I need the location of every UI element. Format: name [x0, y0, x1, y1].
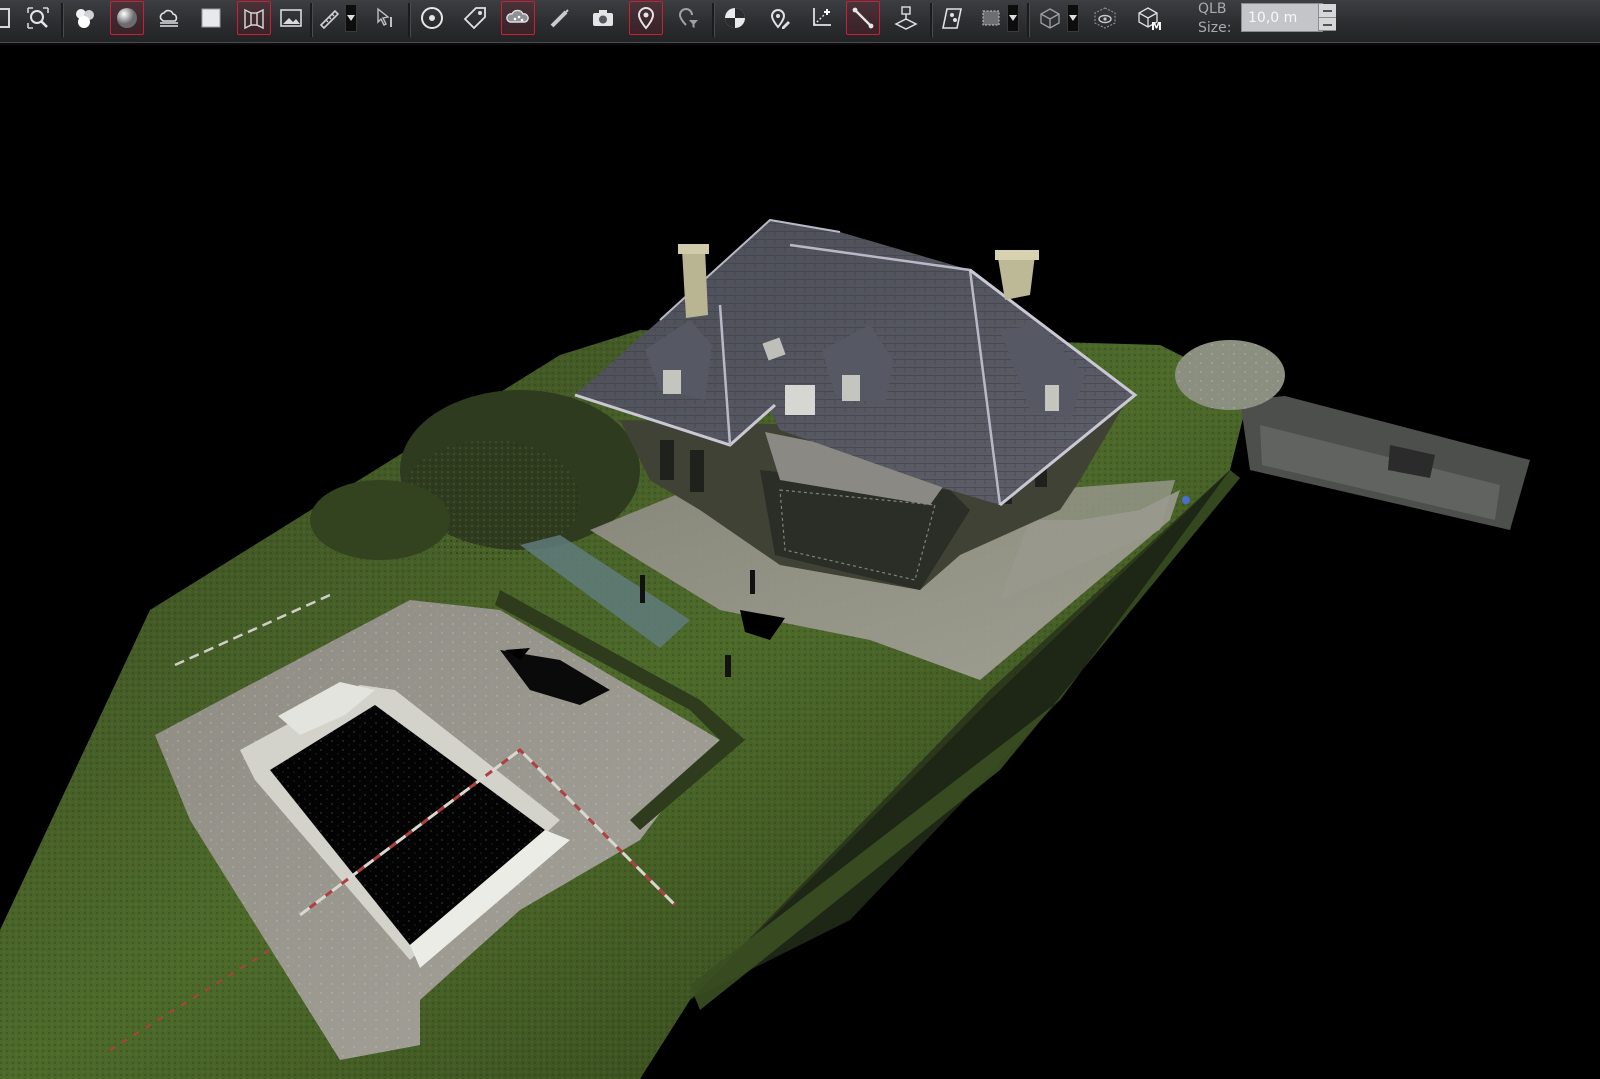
main-toolbar: M QLB Size:	[0, 0, 1600, 43]
selection-box-icon[interactable]	[975, 1, 1009, 35]
cube-eye-icon[interactable]	[1088, 1, 1122, 35]
pin-edit-icon[interactable]	[762, 1, 796, 35]
roof-window	[785, 385, 815, 415]
image-icon[interactable]	[274, 1, 308, 35]
qlb-size-input[interactable]	[1241, 3, 1323, 32]
map-pins-icon[interactable]	[935, 1, 969, 35]
cube-model-icon[interactable]: M	[1133, 1, 1167, 35]
sphere-target-icon[interactable]	[718, 1, 752, 35]
pin-filter-icon[interactable]	[671, 1, 705, 35]
tag-icon[interactable]	[458, 1, 492, 35]
point-cloud-3d-view[interactable]	[0, 43, 1600, 1079]
pencil-line-icon[interactable]	[543, 1, 577, 35]
target-icon[interactable]	[415, 1, 449, 35]
camera-icon[interactable]	[586, 1, 620, 35]
svg-text:M: M	[1151, 20, 1162, 31]
axes-plus-icon[interactable]	[804, 1, 838, 35]
cloud-layers-icon[interactable]	[152, 1, 186, 35]
qlb-label-line1: QLB	[1198, 1, 1227, 17]
qlb-size-label: QLB Size:	[1198, 0, 1238, 38]
setup-station-icon[interactable]	[889, 1, 923, 35]
shaded-sphere-icon[interactable]	[110, 1, 144, 35]
measure-line-icon[interactable]	[846, 1, 880, 35]
qlb-label-line2: Size:	[1198, 20, 1232, 36]
location-pin-icon[interactable]	[629, 1, 663, 35]
cube-dropdown-arrow[interactable]	[1067, 4, 1079, 32]
measure-ruler-icon[interactable]	[313, 1, 347, 35]
chimney-left	[682, 248, 708, 318]
measure-dropdown-arrow[interactable]	[345, 4, 357, 32]
color-circles-icon[interactable]	[68, 1, 102, 35]
white-box-icon[interactable]	[194, 1, 228, 35]
page-icon[interactable]	[0, 1, 20, 35]
zoom-fit-icon[interactable]	[21, 1, 55, 35]
cloud-points-icon[interactable]	[501, 1, 535, 35]
qlb-size-spinner[interactable]	[1318, 4, 1336, 31]
selection-dropdown-arrow[interactable]	[1007, 4, 1019, 32]
cylinder-projection-icon[interactable]	[237, 1, 271, 35]
cube-wireframe-icon[interactable]	[1033, 1, 1067, 35]
cursor-probe-icon[interactable]	[368, 1, 402, 35]
chimney-right	[998, 255, 1035, 300]
